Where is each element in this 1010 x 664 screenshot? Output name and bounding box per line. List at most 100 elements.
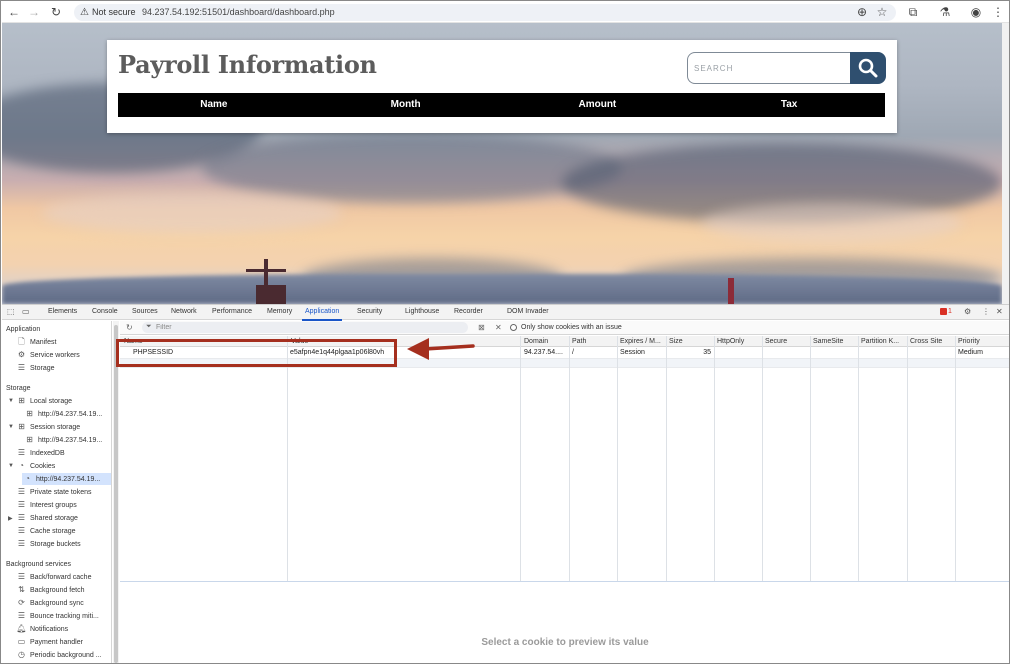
- sidebar-item-local-storage-origin[interactable]: ⊞ http://94.237.54.19...: [24, 408, 102, 420]
- labs-icon[interactable]: ⚗: [937, 4, 953, 20]
- sidebar-item-storage[interactable]: ☰ Storage: [16, 362, 55, 374]
- column-divider: [714, 336, 715, 581]
- column-header-size[interactable]: Size: [669, 336, 713, 347]
- sidebar-item-session-storage-origin[interactable]: ⊞ http://94.237.54.19...: [24, 434, 102, 446]
- back-icon[interactable]: ←: [6, 4, 22, 20]
- column-header-month[interactable]: Month: [310, 93, 502, 117]
- clear-filtered-icon[interactable]: ⊠: [478, 322, 485, 334]
- tab-security[interactable]: Security: [357, 305, 382, 319]
- expand-arrow-icon[interactable]: ▼: [8, 463, 14, 469]
- column-header-tax[interactable]: Tax: [693, 93, 885, 117]
- sidebar-item-private-state-tokens[interactable]: ☰ Private state tokens: [16, 486, 92, 498]
- sidebar-item-label: Back/forward cache: [30, 574, 92, 581]
- inspect-icon[interactable]: ⬚: [7, 306, 15, 318]
- tab-lighthouse[interactable]: Lighthouse: [405, 305, 439, 319]
- zoom-icon[interactable]: ⊕: [854, 4, 870, 20]
- sidebar-item-storage-buckets[interactable]: ☰ Storage buckets: [16, 538, 81, 550]
- column-header-secure[interactable]: Secure: [765, 336, 809, 347]
- filter-input[interactable]: [156, 322, 456, 333]
- column-header-name[interactable]: Name: [118, 93, 310, 117]
- reload-icon[interactable]: ↻: [48, 4, 64, 20]
- clear-all-icon[interactable]: ✕: [495, 322, 502, 334]
- device-toggle-icon[interactable]: ▭: [22, 306, 30, 318]
- sidebar-scroll-thumb[interactable]: [114, 325, 118, 663]
- extensions-icon[interactable]: ⧉: [905, 4, 921, 20]
- column-divider: [569, 336, 570, 581]
- tab-console[interactable]: Console: [92, 305, 118, 319]
- profile-icon[interactable]: ◉: [968, 4, 984, 20]
- collapse-arrow-icon[interactable]: ▶: [8, 515, 13, 522]
- sidebar-item-cache-storage[interactable]: ☰ Cache storage: [16, 525, 76, 537]
- column-header-path[interactable]: Path: [572, 336, 616, 347]
- tab-elements[interactable]: Elements: [48, 305, 77, 319]
- database-icon: ☰: [17, 448, 26, 457]
- sidebar-item-label: Local storage: [30, 398, 73, 405]
- sidebar-item-session-storage[interactable]: ⊞ Session storage: [16, 421, 80, 433]
- gears-icon: ⚙: [17, 350, 26, 359]
- sidebar-item-background-sync[interactable]: ⟳ Background sync: [16, 597, 84, 609]
- sidebar-item-service-workers[interactable]: ⚙ Service workers: [16, 349, 80, 361]
- tab-application[interactable]: Application: [302, 305, 343, 321]
- search-button[interactable]: [850, 52, 886, 84]
- cookie-icon: ◔: [19, 461, 24, 470]
- sidebar-item-cookies[interactable]: ◔ Cookies: [16, 460, 55, 472]
- tab-recorder[interactable]: Recorder: [454, 305, 483, 319]
- column-header-domain[interactable]: Domain: [524, 336, 568, 347]
- column-header-samesite[interactable]: SameSite: [813, 336, 857, 347]
- issues-count[interactable]: 1: [948, 305, 952, 319]
- search-input[interactable]: [694, 53, 844, 83]
- sidebar-item-periodic-sync[interactable]: ◷ Periodic background ...: [16, 649, 102, 661]
- cookie-size[interactable]: 35: [669, 347, 711, 358]
- tab-performance[interactable]: Performance: [212, 305, 252, 319]
- refresh-icon[interactable]: ↻: [126, 322, 133, 334]
- star-icon[interactable]: ☆: [874, 4, 890, 20]
- sidebar-item-label: Background fetch: [30, 587, 85, 594]
- sidebar-item-local-storage[interactable]: ⊞ Local storage: [16, 395, 72, 407]
- sidebar-item-background-fetch[interactable]: ⇅ Background fetch: [16, 584, 84, 596]
- warning-icon: ⚠: [80, 7, 89, 18]
- bell-icon: 🔔︎: [16, 624, 27, 633]
- tab-memory[interactable]: Memory: [267, 305, 292, 319]
- sidebar-item-bfcache[interactable]: ☰ Back/forward cache: [16, 571, 92, 583]
- sidebar-item-shared-storage[interactable]: ☰ Shared storage: [16, 512, 78, 524]
- menu-icon[interactable]: ⋮: [990, 4, 1006, 20]
- url-text[interactable]: 94.237.54.192:51501/dashboard/dashboard.…: [142, 4, 335, 21]
- column-header-expires[interactable]: Expires / M...: [620, 336, 664, 347]
- settings-icon[interactable]: ⚙: [964, 306, 971, 318]
- column-header-priority[interactable]: Priority: [958, 336, 1008, 347]
- column-header-httponly[interactable]: HttpOnly: [717, 336, 761, 347]
- column-header-cross-site[interactable]: Cross Site: [910, 336, 954, 347]
- only-issues-label: Only show cookies with an issue: [521, 324, 622, 331]
- sidebar-item-indexeddb[interactable]: ☰ IndexedDB: [16, 447, 65, 459]
- issues-icon[interactable]: [940, 308, 947, 315]
- cookie-priority[interactable]: Medium: [958, 347, 983, 358]
- annotation-arrow-icon: [407, 338, 475, 360]
- column-header-amount[interactable]: Amount: [502, 93, 694, 117]
- more-options-icon[interactable]: ⋮: [982, 306, 990, 318]
- sidebar-item-cookies-origin[interactable]: ◔ http://94.237.54.19...: [22, 473, 111, 485]
- tab-network[interactable]: Network: [171, 305, 197, 319]
- column-header-partition-key[interactable]: Partition K...: [861, 336, 906, 347]
- close-devtools-icon[interactable]: ✕: [996, 306, 1003, 318]
- security-label[interactable]: Not secure: [92, 4, 136, 21]
- expand-arrow-icon[interactable]: ▼: [8, 424, 14, 430]
- cookie-domain[interactable]: 94.237.54....: [524, 347, 568, 358]
- column-divider: [520, 336, 521, 581]
- cookie-path[interactable]: /: [572, 347, 574, 358]
- address-bar[interactable]: ⚠ Not secure 94.237.54.192:51501/dashboa…: [74, 4, 896, 21]
- tab-dom-invader[interactable]: DOM Invader: [507, 305, 549, 319]
- sidebar-item-bounce-tracking[interactable]: ☰ Bounce tracking miti...: [16, 610, 99, 622]
- database-icon: ☰: [17, 487, 26, 496]
- column-divider: [955, 336, 956, 581]
- expand-arrow-icon[interactable]: ▼: [8, 398, 14, 404]
- cookie-expires[interactable]: Session: [620, 347, 645, 358]
- only-issues-checkbox[interactable]: [510, 324, 517, 331]
- forward-icon[interactable]: →: [26, 4, 42, 20]
- sidebar-item-manifest[interactable]: 🗋 Manifest: [16, 336, 56, 348]
- sidebar-item-interest-groups[interactable]: ☰ Interest groups: [16, 499, 77, 511]
- devtools-tabbar: ⬚ ▭ Elements Console Sources Network Per…: [2, 305, 1009, 321]
- sidebar-item-notifications[interactable]: 🔔︎ Notifications: [16, 623, 68, 635]
- page-scrollbar[interactable]: [1002, 23, 1009, 304]
- sidebar-item-payment-handler[interactable]: ▭ Payment handler: [16, 636, 83, 648]
- tab-sources[interactable]: Sources: [132, 305, 158, 319]
